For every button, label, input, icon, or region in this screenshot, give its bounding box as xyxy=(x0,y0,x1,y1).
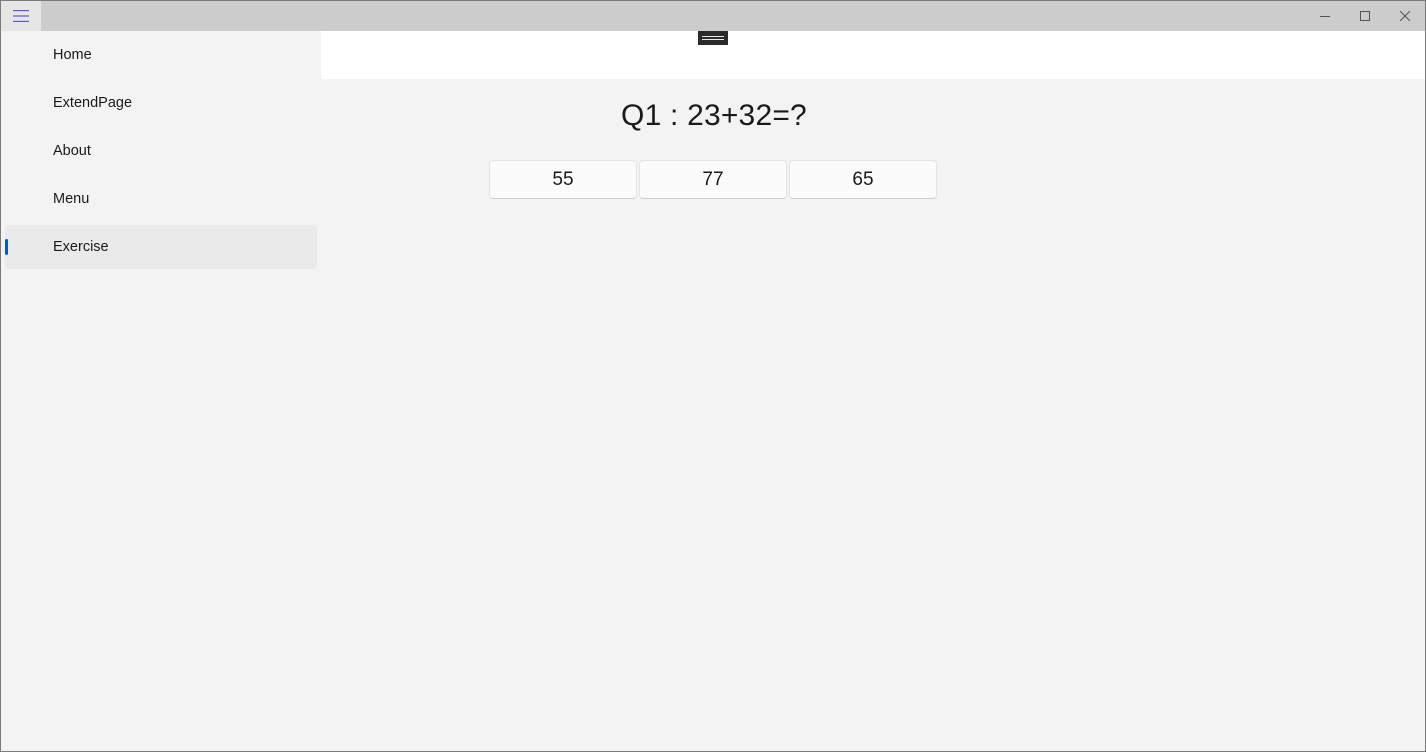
nav-item-label: About xyxy=(53,143,91,159)
nav-item-home[interactable]: Home xyxy=(5,33,317,77)
minimize-icon xyxy=(1320,11,1330,21)
caption-buttons xyxy=(1305,1,1425,31)
app-window: Home ExtendPage About Menu Exercise Q1 :… xyxy=(0,0,1426,752)
nav-item-label: ExtendPage xyxy=(53,95,133,111)
nav-item-label: Exercise xyxy=(53,239,109,255)
close-button[interactable] xyxy=(1385,1,1425,31)
answer-button-3[interactable]: 65 xyxy=(789,160,937,199)
navigation-pane: Home ExtendPage About Menu Exercise xyxy=(1,31,321,751)
question-text: Q1 : 23+32=? xyxy=(621,99,807,132)
nav-item-label: Menu xyxy=(53,191,90,207)
maximize-icon xyxy=(1360,11,1370,21)
nav-item-menu[interactable]: Menu xyxy=(5,177,317,221)
nav-item-label: Home xyxy=(53,47,92,63)
maximize-button[interactable] xyxy=(1345,1,1385,31)
hamburger-menu-button[interactable] xyxy=(1,1,41,31)
drag-handle[interactable] xyxy=(698,31,728,45)
close-icon xyxy=(1400,11,1410,21)
nav-item-exercise[interactable]: Exercise xyxy=(5,225,317,269)
content-header xyxy=(321,31,1425,79)
hamburger-menu-icon xyxy=(13,10,29,22)
answer-button-1[interactable]: 55 xyxy=(489,160,637,199)
answer-button-2[interactable]: 77 xyxy=(639,160,787,199)
minimize-button[interactable] xyxy=(1305,1,1345,31)
nav-item-extendpage[interactable]: ExtendPage xyxy=(5,81,317,125)
nav-item-about[interactable]: About xyxy=(5,129,317,173)
title-bar[interactable] xyxy=(1,1,1425,31)
answer-buttons: 55 77 65 xyxy=(489,160,937,199)
